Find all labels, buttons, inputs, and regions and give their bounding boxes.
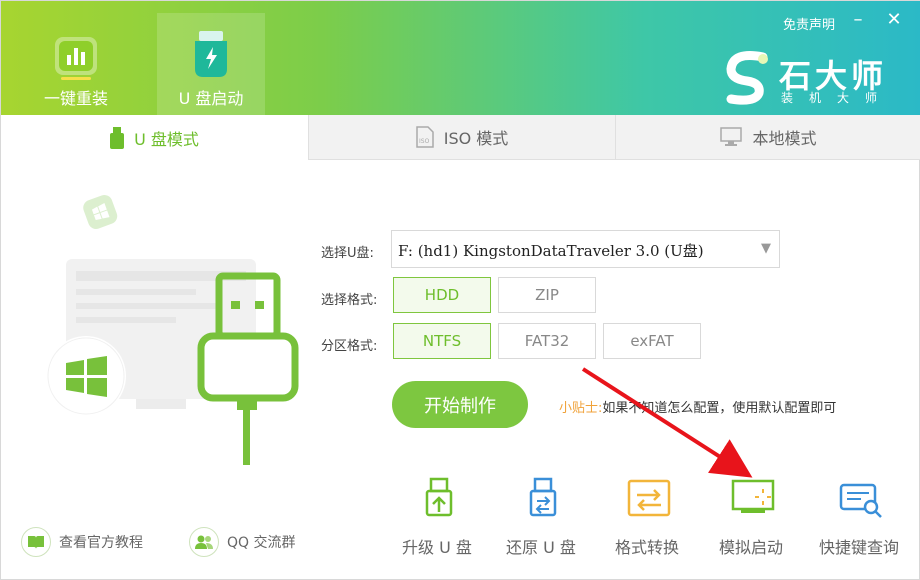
tool-label: 还原 U 盘 <box>506 538 576 557</box>
usb-illustration <box>46 194 299 465</box>
minimize-button[interactable]: – <box>847 9 869 31</box>
usb-select-label: 选择U盘: <box>321 246 374 261</box>
disclaimer-link[interactable]: 免责声明 <box>783 14 835 33</box>
book-icon <box>21 527 51 557</box>
tool-label: 升级 U 盘 <box>402 538 472 557</box>
iso-file-icon: ISO <box>415 126 434 148</box>
partition-option-ntfs[interactable]: NTFS <box>393 323 491 359</box>
tab-label: U 盘模式 <box>134 129 199 149</box>
bar-chart-icon <box>55 37 97 80</box>
format-option-zip[interactable]: ZIP <box>498 277 596 313</box>
tool-hotkey-query[interactable]: 快捷键查询 <box>819 477 899 557</box>
mode-tabs: U 盘模式 ISO ISO 模式 本地模式 <box>1 115 920 160</box>
monitor-icon <box>720 127 743 146</box>
tool-label: 格式转换 <box>614 538 679 557</box>
header-bar: 一键重装 U 盘启动 免责声明 – ✕ 石大师 装机大师 <box>1 1 920 115</box>
close-button[interactable]: ✕ <box>883 9 905 31</box>
nav-usb-boot[interactable]: U 盘启动 <box>157 13 265 115</box>
partition-option-exfat[interactable]: exFAT <box>603 323 701 359</box>
svg-text:ISO: ISO <box>419 138 430 145</box>
qq-group-link[interactable]: QQ 交流群 <box>189 526 296 558</box>
usb-restore-icon <box>529 477 557 517</box>
tip-body: 如果不知道怎么配置，使用默认配置即可 <box>602 401 837 416</box>
usb-drive-select[interactable]: F: (hd1) KingstonDataTraveler 3.0 (U盘) ▼ <box>391 230 780 268</box>
qq-group-label: QQ 交流群 <box>227 535 296 551</box>
start-create-button[interactable]: 开始制作 <box>392 381 528 428</box>
nav-one-key-reinstall[interactable]: 一键重装 <box>22 13 130 115</box>
tab-usb-mode[interactable]: U 盘模式 <box>1 115 308 160</box>
format-convert-icon <box>627 479 671 517</box>
tutorial-link[interactable]: 查看官方教程 <box>21 526 143 558</box>
format-option-hdd[interactable]: HDD <box>393 277 491 313</box>
keyboard-search-icon <box>839 483 882 518</box>
tip-text: 小贴士:如果不知道怎么配置，使用默认配置即可 <box>559 397 836 416</box>
usb-bolt-icon <box>195 31 227 77</box>
group-icon <box>189 527 219 557</box>
tab-label: 本地模式 <box>752 129 817 148</box>
brand-subtitle: 装机大师 <box>781 91 894 105</box>
tab-local-mode[interactable]: 本地模式 <box>615 115 920 160</box>
brand-logo: 石大师 装机大师 <box>723 49 893 109</box>
tutorial-label: 查看官方教程 <box>59 535 143 551</box>
tool-simulate-boot[interactable]: 模拟启动 <box>711 477 791 557</box>
chevron-down-icon: ▼ <box>761 241 771 256</box>
tool-upgrade-usb[interactable]: 升级 U 盘 <box>397 477 477 557</box>
brand-mark-icon <box>726 51 768 105</box>
tip-label: 小贴士: <box>559 401 603 416</box>
usb-upgrade-icon <box>425 477 453 517</box>
tab-iso-mode[interactable]: ISO ISO 模式 <box>308 115 615 160</box>
format-label: 选择格式: <box>321 293 378 308</box>
tool-label: 快捷键查询 <box>818 538 899 557</box>
nav-label: 一键重装 <box>43 89 108 108</box>
partition-option-fat32[interactable]: FAT32 <box>498 323 596 359</box>
usb-drive-value: F: (hd1) KingstonDataTraveler 3.0 (U盘) <box>398 242 704 260</box>
tab-label: ISO 模式 <box>443 129 509 148</box>
nav-label: U 盘启动 <box>178 89 244 108</box>
tool-format-convert[interactable]: 格式转换 <box>607 477 687 557</box>
usb-drive-icon <box>110 126 125 149</box>
simulate-boot-icon <box>731 479 775 513</box>
partition-label: 分区格式: <box>321 339 378 354</box>
tool-label: 模拟启动 <box>718 538 783 557</box>
app-window: 一键重装 U 盘启动 免责声明 – ✕ 石大师 装机大师 U 盘模式 ISO I… <box>0 0 920 580</box>
tool-restore-usb[interactable]: 还原 U 盘 <box>501 477 581 557</box>
